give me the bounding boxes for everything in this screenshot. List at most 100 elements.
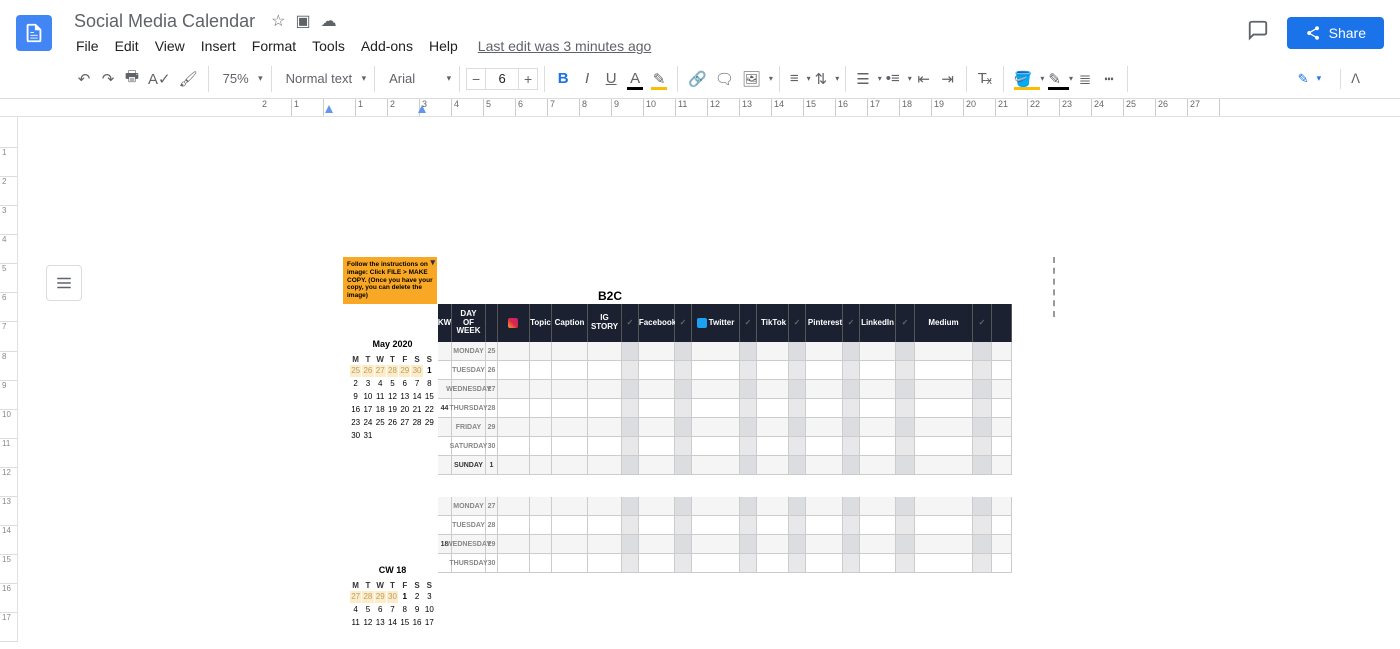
- mini-cal-day[interactable]: 11: [375, 391, 386, 403]
- indent-marker-right[interactable]: [418, 105, 426, 113]
- mini-cal-day[interactable]: 2: [411, 591, 422, 603]
- cell[interactable]: [789, 342, 806, 360]
- cell[interactable]: [973, 342, 992, 360]
- cell-dow[interactable]: THURSDAY: [452, 554, 486, 572]
- cell[interactable]: [992, 497, 1012, 515]
- cell[interactable]: [896, 418, 915, 436]
- mini-cal-day[interactable]: 23: [350, 417, 361, 429]
- cell[interactable]: [757, 380, 789, 398]
- cell[interactable]: [498, 399, 530, 417]
- mini-cal-day[interactable]: 8: [424, 378, 435, 390]
- mini-cal-day[interactable]: 11: [350, 617, 361, 629]
- cell[interactable]: [692, 342, 740, 360]
- cell[interactable]: [806, 456, 843, 474]
- cell[interactable]: [552, 399, 588, 417]
- cell[interactable]: [915, 535, 973, 553]
- mini-cal-day[interactable]: 8: [399, 604, 410, 616]
- cell[interactable]: [622, 380, 639, 398]
- cell[interactable]: [843, 535, 860, 553]
- mini-cal-day[interactable]: 30: [350, 430, 361, 442]
- cell[interactable]: [498, 342, 530, 360]
- cell[interactable]: [806, 497, 843, 515]
- link-button[interactable]: 🔗: [684, 66, 711, 92]
- cell[interactable]: [675, 361, 692, 379]
- cell[interactable]: [973, 361, 992, 379]
- mini-cal-day[interactable]: 27: [350, 591, 361, 603]
- cell[interactable]: [789, 418, 806, 436]
- mini-cal-day[interactable]: 7: [387, 604, 398, 616]
- cell[interactable]: [915, 361, 973, 379]
- cell[interactable]: [789, 554, 806, 572]
- cell[interactable]: [896, 535, 915, 553]
- mini-cal-day[interactable]: 21: [411, 404, 422, 416]
- cell-dow[interactable]: WEDNESDAY: [452, 380, 486, 398]
- cell[interactable]: [843, 456, 860, 474]
- cell[interactable]: [438, 418, 452, 436]
- cell[interactable]: [639, 516, 675, 534]
- bold-button[interactable]: B: [551, 66, 575, 92]
- mini-cal-day[interactable]: 16: [411, 617, 422, 629]
- mini-cal-day[interactable]: 25: [375, 417, 386, 429]
- cell[interactable]: [992, 361, 1012, 379]
- cell[interactable]: [896, 342, 915, 360]
- cell[interactable]: [498, 437, 530, 455]
- cell[interactable]: [896, 497, 915, 515]
- cell[interactable]: [675, 554, 692, 572]
- cell-dow[interactable]: FRIDAY: [452, 418, 486, 436]
- cell[interactable]: [843, 554, 860, 572]
- cell[interactable]: [992, 399, 1012, 417]
- mini-cal-day[interactable]: 24: [362, 417, 373, 429]
- mini-cal-day[interactable]: 14: [411, 391, 422, 403]
- cell[interactable]: [675, 380, 692, 398]
- cell[interactable]: [675, 437, 692, 455]
- mini-cal-day[interactable]: 25: [350, 365, 361, 377]
- cell[interactable]: [915, 418, 973, 436]
- cell[interactable]: [757, 516, 789, 534]
- cell[interactable]: [639, 361, 675, 379]
- cell[interactable]: [530, 342, 552, 360]
- cell[interactable]: [843, 361, 860, 379]
- table-row[interactable]: MONDAY27: [438, 497, 1012, 516]
- cell[interactable]: [438, 361, 452, 379]
- mini-cal-day[interactable]: 1: [424, 365, 435, 377]
- cell[interactable]: [740, 516, 757, 534]
- mini-cal-day[interactable]: 28: [411, 417, 422, 429]
- cell-dow[interactable]: SATURDAY: [452, 437, 486, 455]
- cell[interactable]: [843, 380, 860, 398]
- cell[interactable]: [588, 456, 622, 474]
- cell[interactable]: [530, 456, 552, 474]
- mini-cal-day[interactable]: 30: [387, 591, 398, 603]
- cell-date[interactable]: 1: [486, 456, 498, 474]
- cell[interactable]: [896, 361, 915, 379]
- menu-edit[interactable]: Edit: [107, 34, 147, 58]
- cell[interactable]: [860, 497, 896, 515]
- cloud-icon[interactable]: ☁: [321, 11, 337, 31]
- mini-cal-day[interactable]: 10: [362, 391, 373, 403]
- cell[interactable]: [973, 535, 992, 553]
- border-color-button[interactable]: ✎▾: [1044, 66, 1073, 92]
- cell[interactable]: [789, 497, 806, 515]
- cell[interactable]: [675, 535, 692, 553]
- cell[interactable]: [530, 516, 552, 534]
- cell[interactable]: [639, 399, 675, 417]
- cell[interactable]: [530, 497, 552, 515]
- mini-cal-day[interactable]: 7: [411, 378, 422, 390]
- horizontal-ruler[interactable]: 2112345678910111213141516171819202122232…: [0, 99, 1400, 117]
- cell[interactable]: [498, 497, 530, 515]
- mini-cal-day[interactable]: 6: [399, 378, 410, 390]
- cell[interactable]: [675, 418, 692, 436]
- cell[interactable]: [530, 437, 552, 455]
- mini-cal-day[interactable]: 12: [362, 617, 373, 629]
- clear-format-button[interactable]: T̶ₓ: [973, 66, 997, 92]
- cell[interactable]: [622, 554, 639, 572]
- cell[interactable]: [992, 418, 1012, 436]
- cell[interactable]: [552, 554, 588, 572]
- image-button[interactable]: 🖼▾: [738, 66, 773, 92]
- cell[interactable]: [915, 399, 973, 417]
- menu-help[interactable]: Help: [421, 34, 466, 58]
- line-spacing-button[interactable]: ⇅▾: [811, 66, 840, 92]
- menu-format[interactable]: Format: [244, 34, 304, 58]
- cell[interactable]: [896, 437, 915, 455]
- editing-mode-button[interactable]: ✎: [1289, 66, 1330, 92]
- cell[interactable]: [588, 516, 622, 534]
